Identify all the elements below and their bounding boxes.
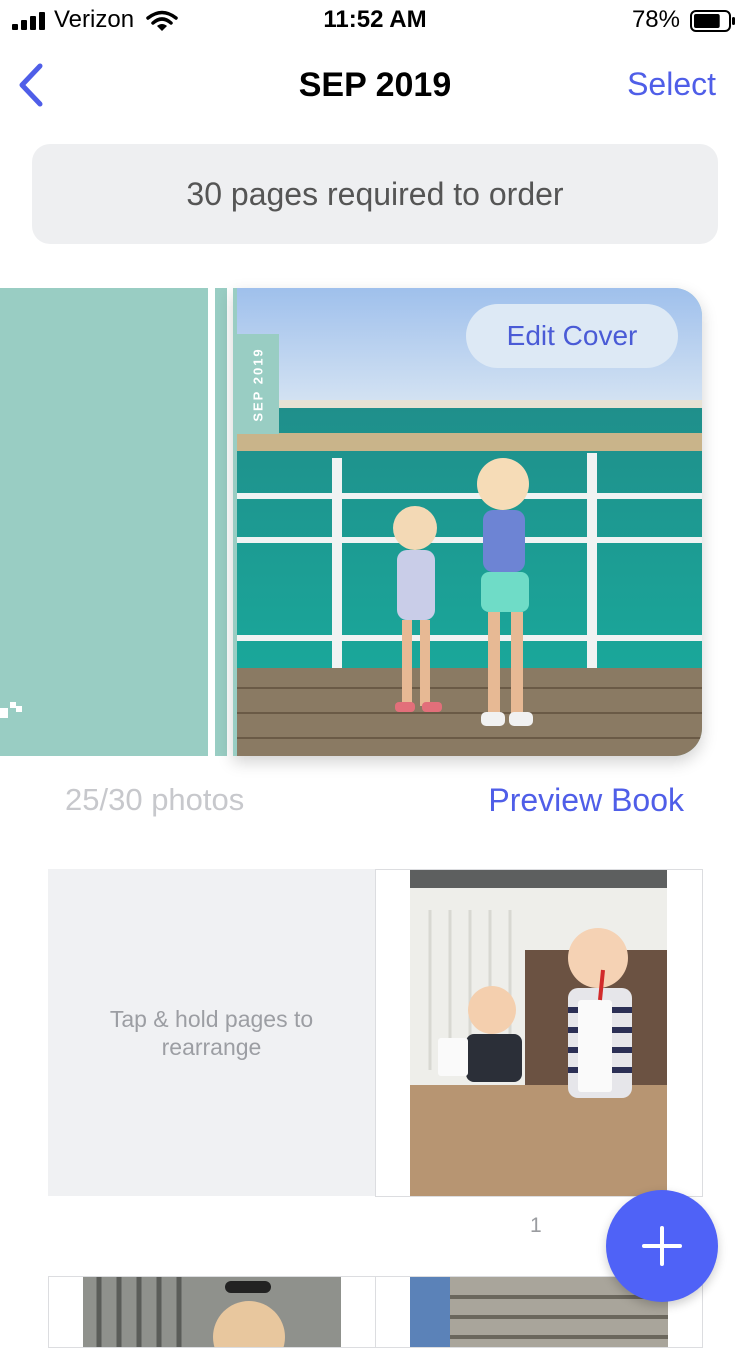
photo-count: 25/30 photos xyxy=(65,782,245,817)
page-number: 1 xyxy=(530,1214,542,1237)
book-spine xyxy=(215,288,227,756)
logo-icon xyxy=(0,702,22,718)
battery-icon xyxy=(690,10,735,32)
select-button[interactable]: Select xyxy=(627,66,716,103)
add-button[interactable] xyxy=(606,1190,718,1302)
nav-bar: SEP 2019 Select xyxy=(0,44,750,124)
page-photo xyxy=(83,1277,341,1347)
rearrange-hint-page: Tap & hold pages to rearrange xyxy=(48,869,375,1196)
back-cover[interactable] xyxy=(0,288,208,756)
rearrange-hint-text: Tap & hold pages to rearrange xyxy=(109,1005,314,1060)
book-page-1[interactable] xyxy=(375,869,703,1197)
plus-icon xyxy=(642,1226,682,1266)
book-page-2[interactable] xyxy=(48,1276,376,1348)
battery-percent: 78% xyxy=(631,6,680,33)
edit-cover-button[interactable]: Edit Cover xyxy=(466,304,678,368)
status-bar: Verizon 11:52 AM 78% xyxy=(0,0,750,40)
preview-book-button[interactable]: Preview Book xyxy=(488,782,684,819)
page-photo xyxy=(410,870,667,1196)
pages-required-banner: 30 pages required to order xyxy=(32,144,718,244)
cover-date-label: SEP 2019 xyxy=(237,334,279,434)
